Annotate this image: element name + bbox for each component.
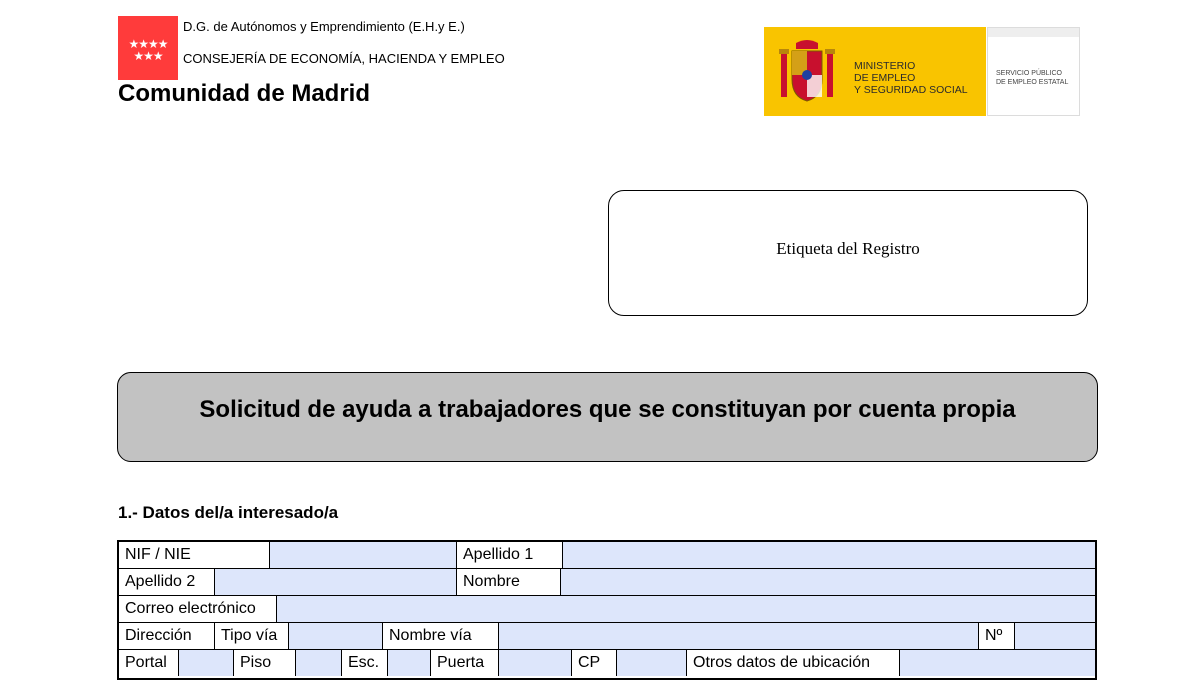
sepe-text: SERVICIO PÚBLICO DE EMPLEO ESTATAL bbox=[996, 70, 1069, 86]
comunidad-madrid-logo: ★★★★ ★★★ bbox=[118, 16, 178, 80]
apellido1-label: Apellido 1 bbox=[457, 542, 563, 568]
registro-label-box: Etiqueta del Registro bbox=[608, 190, 1088, 316]
tipo-via-input[interactable] bbox=[289, 623, 383, 649]
otros-datos-label: Otros datos de ubicación bbox=[687, 650, 900, 676]
madrid-stars-icon: ★★★★ ★★★ bbox=[128, 37, 168, 63]
tipo-via-label: Tipo vía bbox=[215, 623, 289, 649]
nombre-label: Nombre bbox=[457, 569, 561, 595]
direccion-general-text: D.G. de Autónomos y Emprendimiento (E.H.… bbox=[183, 19, 465, 34]
datos-interesado-table: NIF / NIE Apellido 1 Apellido 2 Nombre C… bbox=[117, 540, 1097, 680]
form-row-portal: Portal Piso Esc. Puerta CP Otros datos d… bbox=[119, 650, 1095, 677]
piso-input[interactable] bbox=[296, 650, 342, 676]
esc-input[interactable] bbox=[388, 650, 431, 676]
nombre-via-label: Nombre vía bbox=[383, 623, 499, 649]
portal-label: Portal bbox=[119, 650, 179, 676]
comunidad-madrid-title: Comunidad de Madrid bbox=[118, 80, 370, 107]
numero-input[interactable] bbox=[1015, 623, 1095, 649]
nif-label: NIF / NIE bbox=[119, 542, 270, 568]
nombre-via-input[interactable] bbox=[499, 623, 979, 649]
form-title: Solicitud de ayuda a trabajadores que se… bbox=[199, 396, 1016, 423]
ministerio-logo: MINISTERIO DE EMPLEO Y SEGURIDAD SOCIAL bbox=[764, 27, 986, 116]
correo-label: Correo electrónico bbox=[119, 596, 277, 622]
esc-label: Esc. bbox=[342, 650, 388, 676]
nif-input[interactable] bbox=[270, 542, 457, 568]
form-row-apellido2: Apellido 2 Nombre bbox=[119, 569, 1095, 596]
apellido1-input[interactable] bbox=[563, 542, 1095, 568]
cp-label: CP bbox=[572, 650, 617, 676]
direccion-label: Dirección bbox=[119, 623, 215, 649]
form-row-direccion: Dirección Tipo vía Nombre vía Nº bbox=[119, 623, 1095, 650]
form-title-banner: Solicitud de ayuda a trabajadores que se… bbox=[117, 372, 1098, 462]
section-heading-datos-interesado: 1.- Datos del/a interesado/a bbox=[118, 503, 339, 522]
form-row-nif: NIF / NIE Apellido 1 bbox=[119, 542, 1095, 569]
coat-of-arms-icon bbox=[779, 40, 835, 102]
consejeria-text: CONSEJERÍA DE ECONOMÍA, HACIENDA Y EMPLE… bbox=[183, 51, 505, 66]
portal-input[interactable] bbox=[179, 650, 234, 676]
otros-datos-input[interactable] bbox=[900, 650, 1095, 676]
sepe-logo: SERVICIO PÚBLICO DE EMPLEO ESTATAL bbox=[987, 27, 1080, 116]
correo-input[interactable] bbox=[277, 596, 1095, 622]
cp-input[interactable] bbox=[617, 650, 687, 676]
piso-label: Piso bbox=[234, 650, 296, 676]
ministerio-text: MINISTERIO DE EMPLEO Y SEGURIDAD SOCIAL bbox=[854, 60, 968, 96]
puerta-label: Puerta bbox=[431, 650, 499, 676]
form-row-correo: Correo electrónico bbox=[119, 596, 1095, 623]
numero-label: Nº bbox=[979, 623, 1015, 649]
registro-label: Etiqueta del Registro bbox=[776, 239, 920, 258]
puerta-input[interactable] bbox=[499, 650, 572, 676]
apellido2-input[interactable] bbox=[215, 569, 457, 595]
sepe-bar bbox=[988, 28, 1079, 37]
apellido2-label: Apellido 2 bbox=[119, 569, 215, 595]
nombre-input[interactable] bbox=[561, 569, 1095, 595]
